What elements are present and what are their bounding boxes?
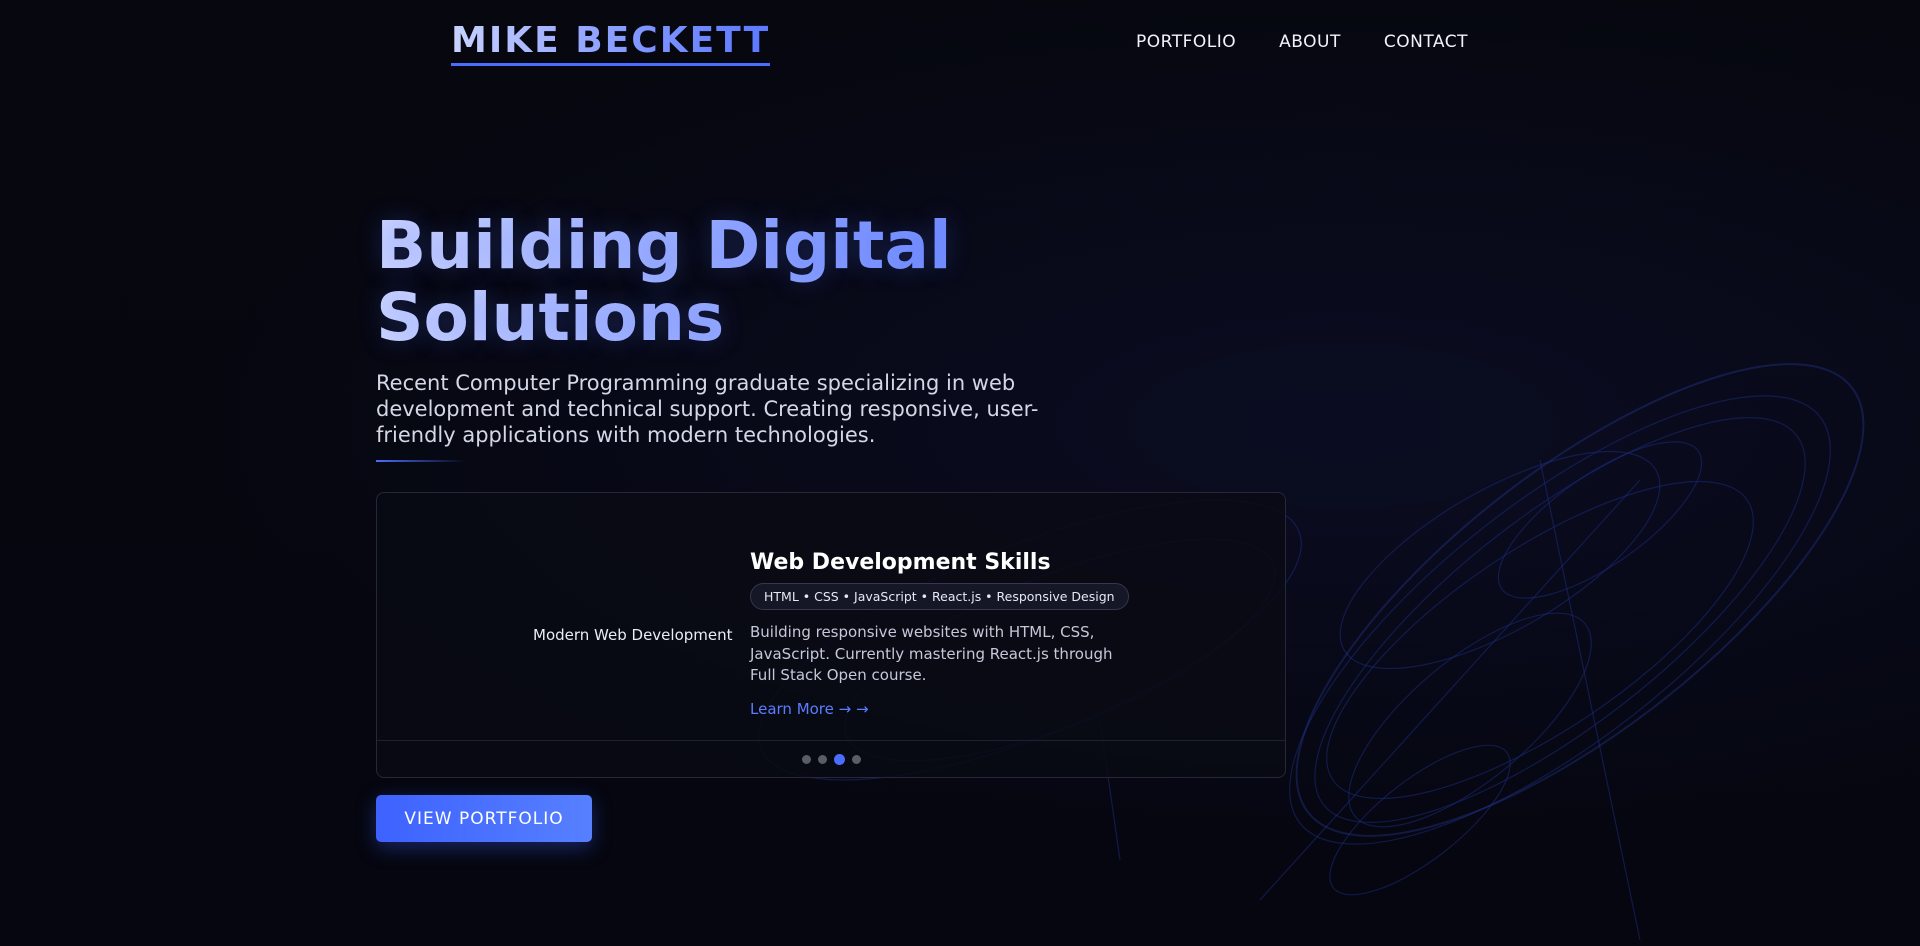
main-nav: PORTFOLIO ABOUT CONTACT [1136,32,1468,52]
card-footer-divider [377,740,1285,741]
tech-tags-badge: HTML • CSS • JavaScript • React.js • Res… [750,583,1129,610]
card-title: Web Development Skills [750,550,1051,575]
carousel-dot-1[interactable] [802,755,811,764]
hero-subtitle: Recent Computer Programming graduate spe… [376,371,1039,447]
site-logo[interactable]: MIKE BECKETT [451,20,771,66]
carousel-dot-3[interactable] [834,754,845,765]
background-orbit-art [758,363,1865,941]
carousel-dot-2[interactable] [818,755,827,764]
learn-more-link[interactable]: Learn More → → [750,700,869,718]
carousel-indicators [802,754,861,765]
nav-about-link[interactable]: ABOUT [1279,32,1341,52]
card-description: Building responsive websites with HTML, … [750,623,1113,684]
page: MIKE BECKETT PORTFOLIO ABOUT CONTACT Bui… [0,0,1920,946]
view-portfolio-button[interactable]: VIEW PORTFOLIO [376,795,592,842]
accent-divider [376,460,466,462]
nav-portfolio-link[interactable]: PORTFOLIO [1136,32,1236,52]
card-image-caption: Modern Web Development [533,626,733,644]
nav-contact-link[interactable]: CONTACT [1384,32,1468,52]
carousel-dot-4[interactable] [852,755,861,764]
hero-title: Building Digital Solutions [376,210,996,354]
